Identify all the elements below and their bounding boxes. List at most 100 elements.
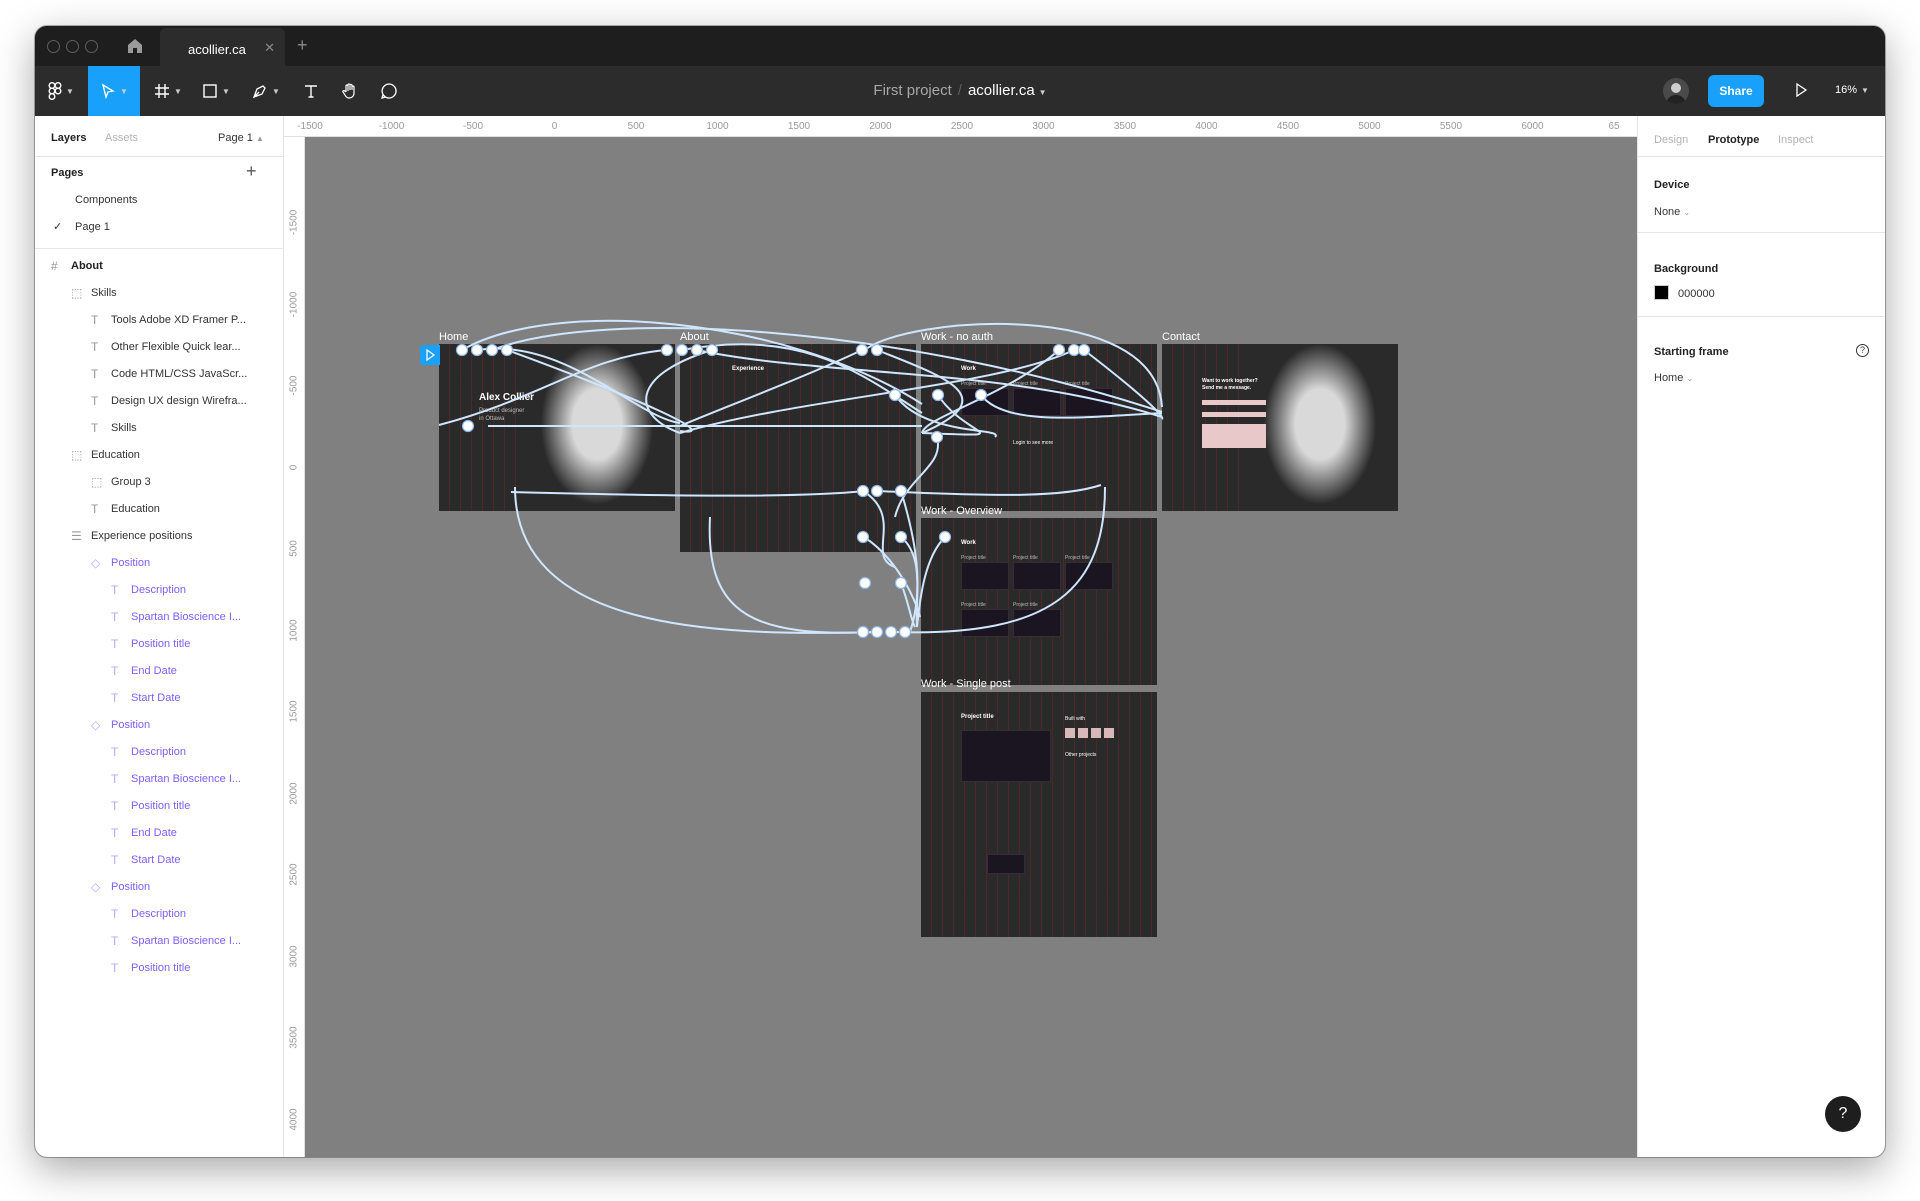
share-button[interactable]: Share (1708, 75, 1764, 107)
project-name[interactable]: First project (873, 82, 951, 99)
layer-item[interactable]: Description (131, 746, 186, 758)
contact-email-field (1202, 412, 1266, 417)
frame-work-overview[interactable]: Work Project title Project title Project… (921, 518, 1157, 685)
starting-frame-dropdown[interactable]: Home ⌄ (1654, 372, 1693, 384)
connection-hotspot[interactable] (870, 625, 884, 639)
component-instance-icon: ◇ (91, 880, 101, 894)
new-tab-icon[interactable]: + (297, 35, 308, 56)
layer-item[interactable]: Tools Adobe XD Framer P... (111, 314, 246, 326)
layer-item[interactable]: Position title (131, 800, 190, 812)
text-layer-icon: T (111, 664, 119, 678)
layer-item[interactable]: Spartan Bioscience I... (131, 611, 241, 623)
home-icon[interactable] (125, 36, 145, 56)
frame-icon: # (51, 259, 58, 273)
layer-item[interactable]: Position title (131, 638, 190, 650)
connection-hotspot[interactable] (884, 625, 898, 639)
layer-item[interactable]: Group 3 (111, 476, 151, 488)
contact-name-field (1202, 400, 1266, 405)
file-name[interactable]: acollier.ca (968, 82, 1035, 99)
layer-item[interactable]: Position (111, 881, 150, 893)
close-window-button[interactable] (47, 40, 60, 53)
background-value[interactable]: 000000 (1678, 288, 1715, 300)
frame-label-work-single[interactable]: Work - Single post (921, 678, 1011, 690)
prototype-connection[interactable] (900, 582, 916, 628)
layer-item[interactable]: Description (131, 908, 186, 920)
layer-item[interactable]: About (71, 260, 103, 272)
layer-item[interactable]: End Date (131, 827, 177, 839)
connection-hotspot[interactable] (858, 576, 872, 590)
figma-window: acollier.ca ✕ + ▼ ▼ ▼ ▼ ▼ First project … (35, 26, 1885, 1157)
layer-item[interactable]: Position (111, 719, 150, 731)
project-title: Project title (961, 555, 986, 561)
layer-item[interactable]: Code HTML/CSS JavaScr... (111, 368, 247, 380)
ruler-tick-label: 2500 (950, 121, 974, 132)
project-thumbnail (1013, 562, 1061, 590)
frame-contact[interactable]: Want to work together? Send me a message… (1162, 344, 1398, 511)
page-item-page-1[interactable]: Page 1 (75, 221, 110, 233)
minimize-window-button[interactable] (66, 40, 79, 53)
layer-item[interactable]: Education (111, 503, 160, 515)
close-tab-icon[interactable]: ✕ (264, 40, 275, 56)
tab-inspect[interactable]: Inspect (1778, 134, 1813, 146)
frame-label-work-no-auth[interactable]: Work - no auth (921, 331, 993, 343)
layer-item[interactable]: Other Flexible Quick lear... (111, 341, 241, 353)
connection-hotspot[interactable] (894, 576, 908, 590)
background-swatch[interactable] (1654, 285, 1669, 300)
layer-item[interactable]: Position title (131, 962, 190, 974)
help-icon[interactable]: ? (1856, 344, 1869, 357)
layer-item[interactable]: Start Date (131, 692, 181, 704)
frame-work-no-auth[interactable]: Work Project title Project title Project… (921, 344, 1157, 511)
layer-item[interactable]: Skills (111, 422, 137, 434)
frame-work-single-post[interactable]: Project title Built with Other projects (921, 692, 1157, 937)
layer-item[interactable]: Experience positions (91, 530, 193, 542)
text-layer-icon: T (91, 394, 99, 408)
ruler-tick-label: 1000 (706, 121, 729, 132)
text-layer-icon: T (111, 907, 119, 921)
frame-label-home[interactable]: Home (439, 331, 468, 343)
ruler-tick-label: 4000 (288, 1107, 300, 1131)
present-button[interactable] (1793, 82, 1809, 103)
device-dropdown[interactable]: None ⌄ (1654, 206, 1690, 218)
file-tab[interactable]: acollier.ca ✕ (160, 28, 285, 66)
zoom-dropdown[interactable]: 16% ▼ (1835, 84, 1869, 96)
ruler-top: -1500 -1000 -500 0 500 1000 1500 2000 2500 3000 35… (284, 116, 1637, 137)
help-button[interactable]: ? (1825, 1096, 1861, 1132)
play-icon (1796, 82, 1808, 98)
layer-item[interactable]: Skills (91, 287, 117, 299)
layer-item[interactable]: Start Date (131, 854, 181, 866)
frame-home[interactable]: Alex Collier Product designer in Ottawa (439, 344, 675, 511)
avatar[interactable] (1663, 78, 1689, 104)
connection-hotspot[interactable] (898, 625, 912, 639)
layer-item[interactable]: Description (131, 584, 186, 596)
tab-layers[interactable]: Layers (51, 132, 86, 144)
single-post-inline-image (987, 854, 1025, 874)
text-layer-icon: T (91, 340, 99, 354)
layer-item[interactable]: Design UX design Wirefra... (111, 395, 247, 407)
frame-label-about[interactable]: About (680, 331, 709, 343)
frame-label-work-overview[interactable]: Work - Overview (921, 505, 1002, 517)
frame-label-contact[interactable]: Contact (1162, 331, 1200, 343)
layer-item[interactable]: Position (111, 557, 150, 569)
layer-item[interactable]: End Date (131, 665, 177, 677)
layer-item[interactable]: Spartan Bioscience I... (131, 935, 241, 947)
canvas[interactable]: Home Alex Collier Product designer in Ot… (305, 137, 1637, 1157)
tab-assets[interactable]: Assets (105, 132, 138, 144)
add-page-icon[interactable]: + (246, 161, 257, 182)
checkmark-icon: ✓ (53, 221, 63, 233)
tab-design[interactable]: Design (1654, 134, 1688, 146)
starting-frame-flag[interactable] (420, 345, 440, 365)
layer-item[interactable]: Education (91, 449, 140, 461)
chevron-down-icon: ⌄ (1683, 208, 1691, 217)
page-selector[interactable]: Page 1 ▲ (218, 132, 264, 144)
zoom-window-button[interactable] (85, 40, 98, 53)
connection-hotspot[interactable] (856, 625, 870, 639)
ruler-tick-label: -500 (288, 375, 300, 396)
chevron-down-icon[interactable]: ▼ (1039, 88, 1047, 97)
contact-heading-2: Send me a message. (1202, 385, 1252, 391)
frame-about[interactable]: Experience (680, 344, 916, 552)
tab-prototype[interactable]: Prototype (1708, 134, 1759, 146)
layer-item[interactable]: Spartan Bioscience I... (131, 773, 241, 785)
page-item-components[interactable]: Components (75, 194, 137, 206)
project-title: Project title (1065, 381, 1090, 387)
ruler-tick-label: -1500 (297, 121, 323, 132)
